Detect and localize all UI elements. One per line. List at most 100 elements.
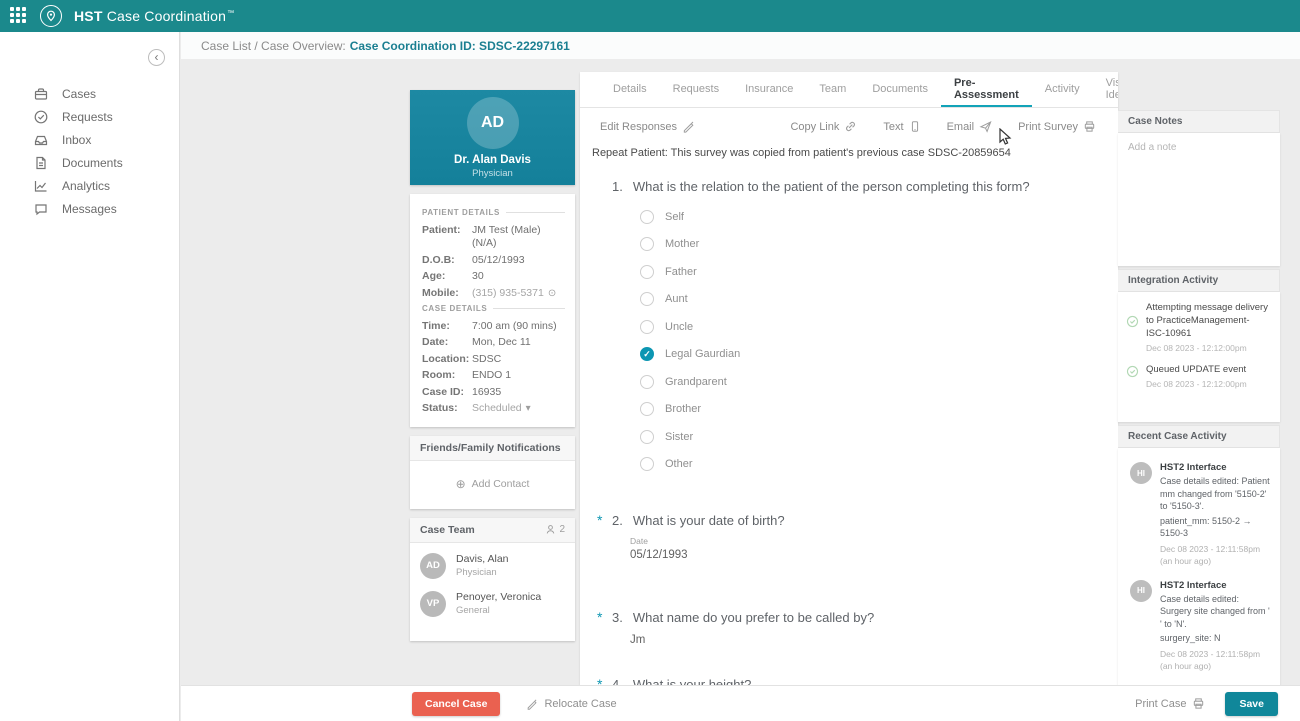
- sidebar-item-analytics[interactable]: Analytics: [0, 174, 179, 197]
- radio-option[interactable]: Other: [640, 451, 1118, 479]
- breadcrumb-prefix[interactable]: Case List / Case Overview:: [201, 39, 346, 53]
- recent-activity-title: Recent Case Activity: [1118, 425, 1280, 448]
- cancel-case-button[interactable]: Cancel Case: [412, 691, 501, 716]
- text-button[interactable]: Text: [883, 120, 920, 133]
- radio-icon[interactable]: [640, 319, 654, 334]
- tab-bar: Details Requests Insurance Team Documents Pre…: [580, 72, 1118, 108]
- sidebar-item-documents[interactable]: Documents: [0, 151, 179, 174]
- sidebar-item-label: Requests: [62, 109, 113, 124]
- radio-option[interactable]: Uncle: [640, 313, 1118, 341]
- sidebar-item-inbox[interactable]: Inbox: [0, 128, 179, 151]
- integration-item: Queued UPDATE event Dec 08 2023 - 12:12:…: [1126, 363, 1268, 389]
- row-action-icon[interactable]: ⊙: [548, 287, 556, 300]
- detail-row: Patient: JM Test (Male)(N/A): [422, 224, 541, 249]
- case-team-card: Case Team 2 AD Davis, Alan Physician VP: [410, 517, 575, 641]
- copy-link-button[interactable]: Copy Link: [790, 120, 857, 133]
- field-label: Date: [630, 536, 648, 546]
- tab[interactable]: Team: [806, 72, 859, 107]
- notifications-title: Friends/Family Notifications: [410, 435, 575, 461]
- notifications-card: Friends/Family Notifications ⊕ Add Conta…: [410, 435, 575, 509]
- radio-option[interactable]: Aunt: [640, 286, 1118, 314]
- radio-icon[interactable]: [640, 209, 654, 224]
- member-avatar: AD: [420, 552, 446, 579]
- app-menu-icon[interactable]: [10, 7, 28, 25]
- sidebar-item-label: Messages: [62, 201, 117, 216]
- tab[interactable]: Activity: [1032, 72, 1093, 107]
- radio-icon[interactable]: [640, 374, 654, 389]
- add-contact-button[interactable]: ⊕ Add Contact: [410, 461, 575, 509]
- tab[interactable]: Documents: [859, 72, 941, 107]
- radio-icon[interactable]: [640, 429, 654, 444]
- patient-column: AD Dr. Alan Davis Physician PATIENT DETA…: [410, 90, 575, 650]
- recent-activity-list: HI HST2 Interface Case details edited: P…: [1118, 448, 1280, 689]
- radio-icon[interactable]: [640, 264, 654, 279]
- details-card: PATIENT DETAILS Patient: JM Test (Male)(…: [410, 194, 575, 427]
- detail-row: Room: ENDO 1: [422, 369, 512, 381]
- integration-activity-title: Integration Activity: [1118, 269, 1280, 292]
- message-icon: [35, 203, 47, 215]
- question-2: * 2. What is your date of birth? Date 05…: [580, 512, 1118, 561]
- tab[interactable]: Pre-Assessment: [940, 72, 1032, 107]
- question-text: What is your date of birth?: [632, 513, 785, 528]
- link-icon: [846, 121, 856, 132]
- radio-icon[interactable]: [640, 457, 654, 472]
- email-button[interactable]: Email: [947, 120, 993, 133]
- required-asterisk: *: [597, 609, 603, 625]
- detail-row: Date: Mon, Dec 11: [422, 336, 531, 348]
- tab[interactable]: Insurance: [732, 72, 806, 107]
- question-3: * 3. What name do you prefer to be calle…: [580, 609, 1118, 646]
- main-panel: Details Requests Insurance Team Documents Pre…: [580, 72, 1118, 685]
- tab[interactable]: Requests: [660, 72, 732, 107]
- tab[interactable]: Visit Identifiers: [1093, 72, 1118, 107]
- case-note-input[interactable]: [1118, 133, 1280, 266]
- team-member[interactable]: AD Davis, Alan Physician: [420, 552, 565, 579]
- team-member[interactable]: VP Penoyer, Veronica General: [420, 590, 565, 617]
- question-number: 1.: [612, 179, 623, 194]
- printer-icon: [1194, 698, 1204, 709]
- status-dropdown-caret[interactable]: ▾: [526, 402, 531, 415]
- radio-icon[interactable]: [640, 292, 654, 307]
- question-text: What is your height?: [632, 677, 752, 685]
- print-case-button[interactable]: Print Case: [1135, 697, 1205, 710]
- radio-option[interactable]: Legal Gaurdian: [640, 341, 1118, 369]
- sidebar-collapse-button[interactable]: ‹: [148, 49, 165, 66]
- case-team-title: Case Team: [420, 523, 475, 536]
- detail-row: Time: 7:00 am (90 mins): [422, 319, 557, 332]
- repeat-patient-notice: Repeat Patient: This survey was copied f…: [592, 147, 1011, 159]
- case-details-list: Time: 7:00 am (90 mins) Date: Mon, Dec 1…: [422, 320, 565, 416]
- radio-option[interactable]: Mother: [640, 231, 1118, 259]
- radio-icon[interactable]: [640, 402, 654, 417]
- radio-option[interactable]: Self: [640, 203, 1118, 231]
- detail-row: Age: 30: [422, 270, 484, 282]
- briefcase-icon: [34, 87, 48, 100]
- tab[interactable]: Details: [600, 72, 660, 107]
- question-4: * 4. What is your height? Feet: [580, 676, 1118, 685]
- pencil-icon: [683, 121, 694, 133]
- save-button[interactable]: Save: [1225, 691, 1278, 716]
- edit-responses-button[interactable]: Edit Responses: [600, 120, 695, 133]
- relocate-case-button[interactable]: Relocate Case: [526, 698, 617, 710]
- case-notes-title: Case Notes: [1118, 110, 1280, 133]
- app-window: HST Case Coordination™ ‹ Cases Requests …: [0, 0, 1300, 721]
- radio-option[interactable]: Sister: [640, 423, 1118, 451]
- radio-option[interactable]: Grandparent: [640, 368, 1118, 396]
- analytics-icon: [34, 180, 47, 192]
- sidebar-item-requests[interactable]: Requests: [0, 105, 179, 128]
- radio-option[interactable]: Father: [640, 258, 1118, 286]
- app-header: HST Case Coordination™: [0, 0, 1300, 32]
- radio-icon[interactable]: [640, 237, 654, 252]
- member-avatar: VP: [420, 590, 446, 617]
- radio-icon[interactable]: [640, 347, 654, 362]
- printer-icon: [1084, 121, 1095, 132]
- survey-toolbar: Edit Responses Copy Link Text Email Prin…: [580, 108, 1118, 137]
- team-member-list: AD Davis, Alan Physician VP Penoyer, Ver…: [410, 543, 575, 641]
- activity-item: HI HST2 Interface Case details edited: S…: [1130, 579, 1272, 672]
- preferred-name-answer: Jm: [630, 634, 646, 646]
- print-survey-button[interactable]: Print Survey: [1018, 120, 1096, 133]
- required-asterisk: *: [597, 512, 603, 528]
- sidebar-item-messages[interactable]: Messages: [0, 197, 179, 220]
- radio-option[interactable]: Brother: [640, 396, 1118, 424]
- sidebar-nav: Cases Requests Inbox Documents Analytics…: [0, 82, 179, 220]
- sidebar: ‹ Cases Requests Inbox Documents Analyti…: [0, 32, 180, 721]
- sidebar-item-cases[interactable]: Cases: [0, 82, 179, 105]
